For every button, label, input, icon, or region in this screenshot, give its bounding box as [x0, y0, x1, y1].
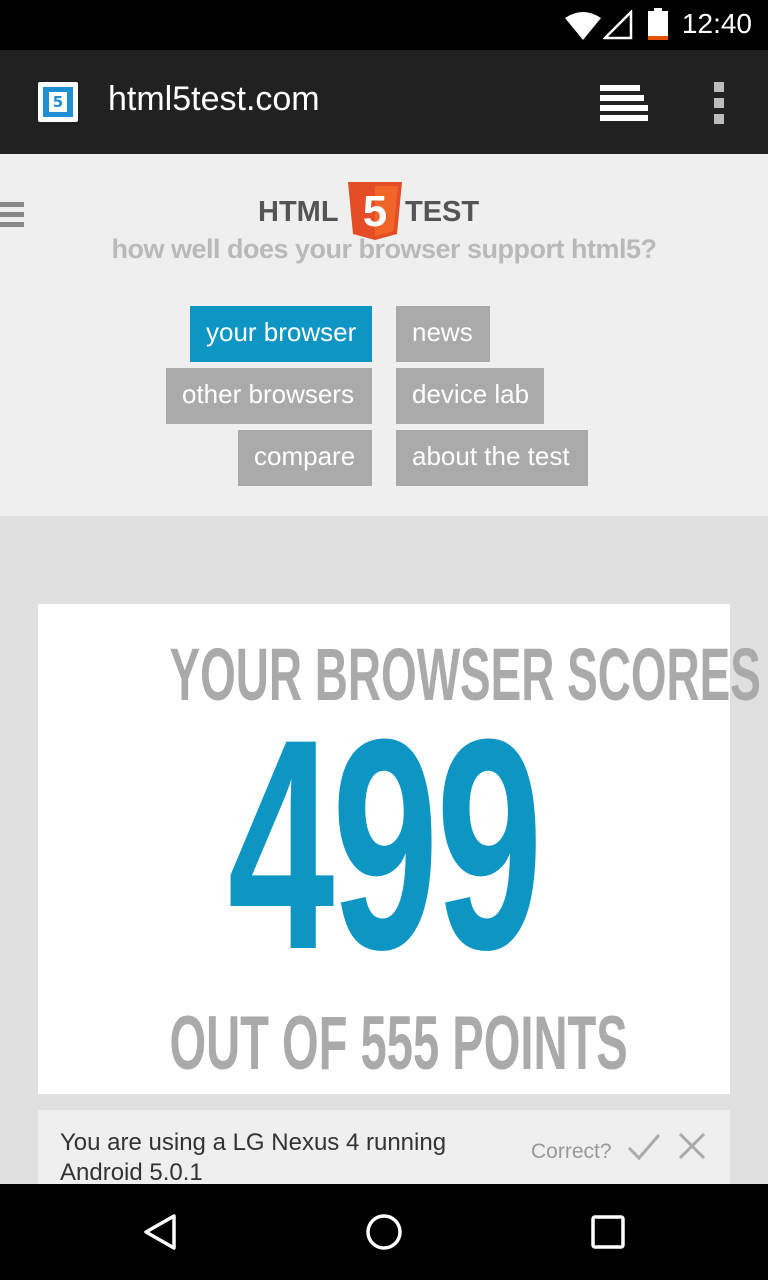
back-icon[interactable] [140, 1212, 180, 1252]
site-header: HTML 5 TEST how well does your browser s… [0, 154, 768, 516]
html5-shield-icon: 5 [348, 182, 402, 240]
status-bar: 12:40 [0, 0, 768, 50]
nav-compare[interactable]: compare [238, 430, 372, 486]
overflow-menu-icon[interactable] [710, 82, 730, 124]
web-page: HTML 5 TEST how well does your browser s… [0, 154, 768, 1184]
battery-icon [648, 8, 668, 40]
site-logo[interactable]: HTML 5 TEST [0, 182, 768, 242]
home-icon[interactable] [364, 1212, 404, 1252]
correct-label: Correct? [531, 1140, 612, 1163]
close-icon[interactable] [678, 1132, 706, 1160]
logo-html-text: HTML [258, 196, 339, 228]
score-card: YOUR BROWSER SCORES 499 OUT OF 555 POINT… [38, 604, 761, 1094]
favicon-5-icon: 5 [49, 92, 67, 112]
tagline: how well does your browser support html5… [111, 234, 657, 264]
nav-device-lab[interactable]: device lab [396, 368, 544, 424]
device-text: You are using a LG Nexus 4 running Andro… [60, 1129, 447, 1184]
browser-toolbar: 5 html5test.com [0, 50, 768, 154]
clock: 12:40 [681, 8, 752, 39]
html5-favicon: 5 [38, 82, 78, 122]
system-nav-bar [0, 1184, 768, 1280]
nav-about-the-test[interactable]: about the test [396, 430, 588, 486]
logo-badge-text: 5 [363, 187, 387, 236]
score-value: 499 [227, 676, 543, 1012]
nav-your-browser[interactable]: your browser [190, 306, 372, 362]
tabs-icon[interactable] [598, 85, 650, 121]
wifi-icon [565, 12, 601, 40]
content-area: YOUR BROWSER SCORES 499 OUT OF 555 POINT… [0, 516, 768, 1184]
nav-other-browsers[interactable]: other browsers [166, 368, 372, 424]
logo-test-text: TEST [405, 196, 480, 228]
url-bar[interactable]: html5test.com [108, 80, 320, 119]
recents-icon[interactable] [590, 1214, 626, 1250]
signal-icon [603, 10, 633, 40]
score-max: OUT OF 555 POINTS [169, 1001, 628, 1086]
check-icon[interactable] [627, 1132, 661, 1162]
device-info: You are using a LG Nexus 4 running Andro… [38, 1110, 730, 1184]
nav-news[interactable]: news [396, 306, 490, 362]
